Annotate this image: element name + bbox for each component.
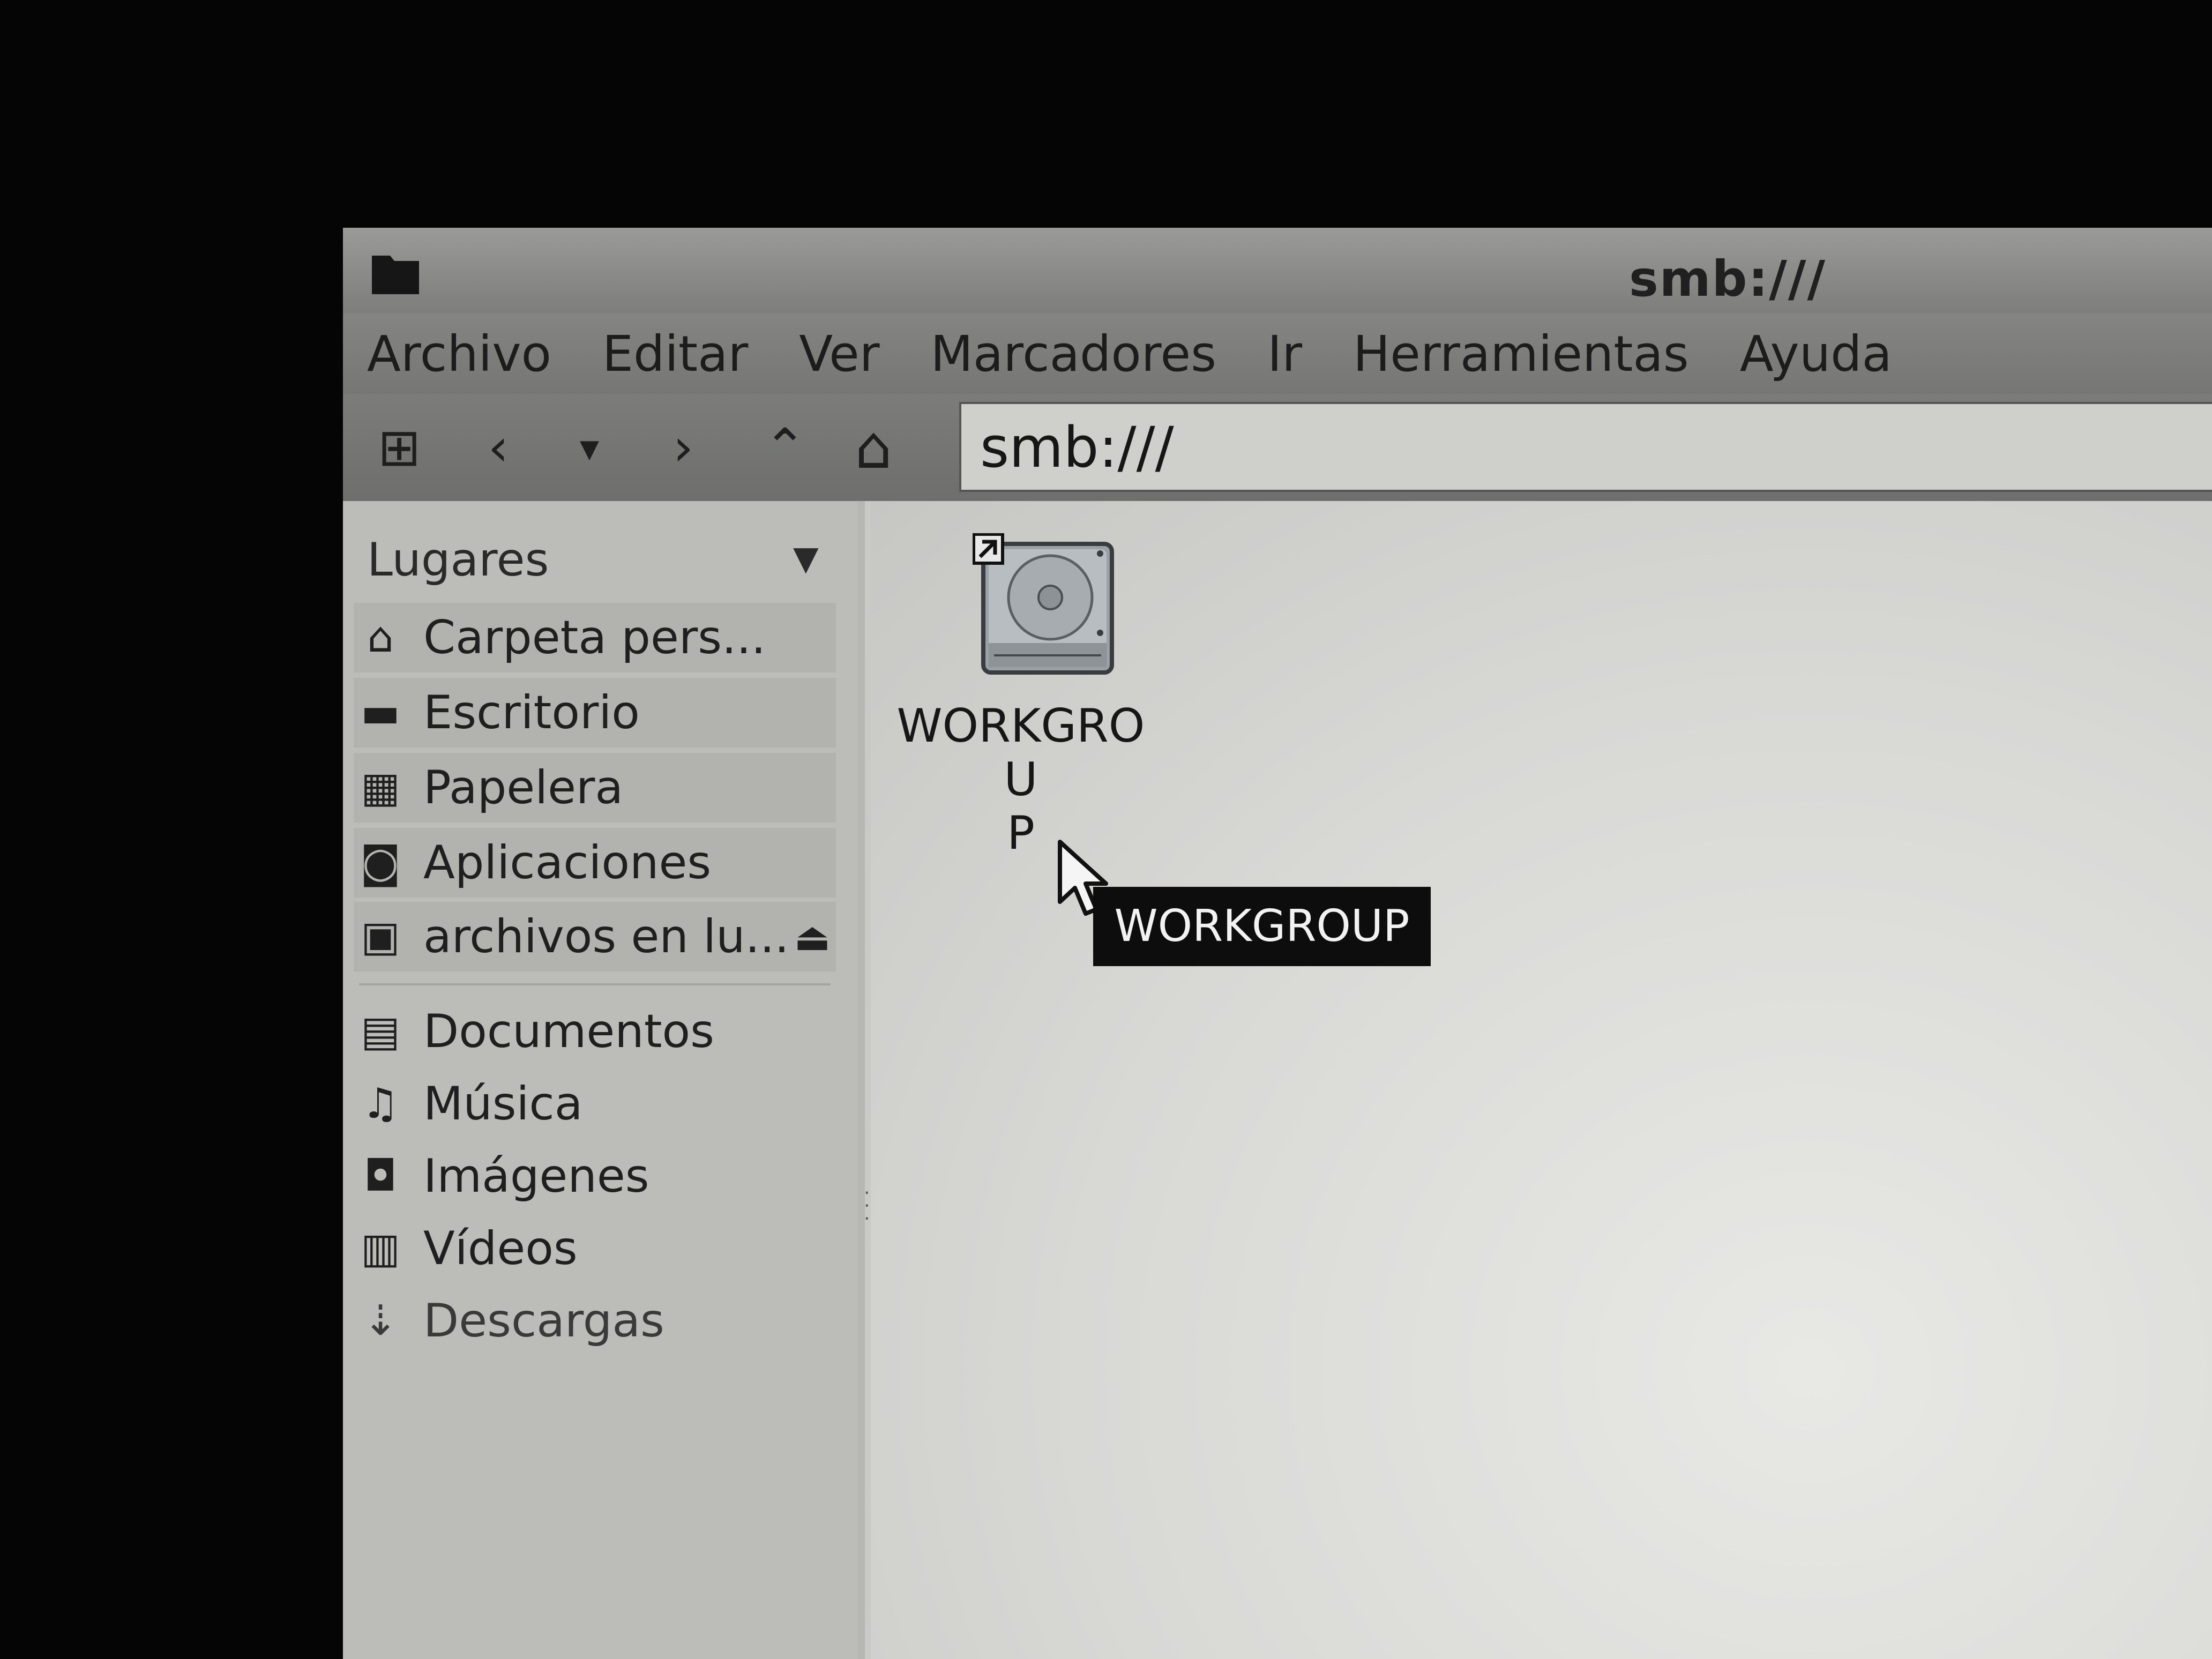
sidebar-item-label: Papelera	[423, 761, 624, 814]
eject-icon[interactable]: ⏏	[794, 914, 831, 959]
sidebar-item-imagenes[interactable]: ◘ Imágenes	[354, 1141, 836, 1211]
file-item-workgroup[interactable]: WORKGROU P	[892, 528, 1149, 860]
sidebar-item-escritorio[interactable]: ▬ Escritorio	[354, 678, 836, 748]
sidebar-item-label: Descargas	[423, 1294, 664, 1348]
home-icon[interactable]: ⌂	[839, 415, 908, 480]
menu-herramientas[interactable]: Herramientas	[1353, 325, 1689, 383]
sidebar-item-label: Aplicaciones	[423, 836, 712, 890]
trash-icon: ▦	[361, 764, 400, 812]
sidebar-item-label: Imágenes	[423, 1149, 649, 1203]
location-bar[interactable]: smb:///	[959, 402, 2212, 492]
sidebar-header: Lugares	[367, 533, 549, 587]
applications-icon: ◙	[360, 839, 401, 887]
menu-bar: Archivo Editar Ver Marcadores Ir Herrami…	[343, 313, 2212, 394]
sidebar-item-aplicaciones[interactable]: ◙ Aplicaciones	[354, 828, 836, 898]
window-title: smb:///	[1629, 250, 1827, 308]
sidebar-item-archivos-en-lu[interactable]: ▣ archivos en lu... ⏏	[354, 902, 836, 972]
sidebar-item-label: archivos en lu...	[423, 910, 789, 963]
sidebar-item-videos[interactable]: ▥ Vídeos	[354, 1214, 836, 1283]
sidebar-item-musica[interactable]: ♫ Música	[354, 1069, 836, 1139]
sidebar-item-descargas[interactable]: ⇣ Descargas	[354, 1286, 836, 1356]
sidebar-item-documentos[interactable]: ▤ Documentos	[354, 997, 836, 1066]
home-icon: ⌂	[367, 614, 394, 662]
title-bar[interactable]: smb:///	[343, 228, 2212, 313]
music-icon: ♫	[362, 1080, 399, 1128]
network-share-icon	[972, 533, 1117, 689]
videos-icon: ▥	[361, 1224, 400, 1273]
file-view[interactable]: WORKGROU P	[871, 501, 2212, 1659]
sidebar-item-label: Vídeos	[423, 1222, 578, 1275]
desktop-icon: ▬	[361, 689, 400, 737]
history-dropdown-icon[interactable]: ▾	[555, 415, 624, 480]
sidebar-item-label: Carpeta pers...	[423, 611, 766, 664]
documents-icon: ▤	[361, 1007, 400, 1056]
folder-icon	[369, 244, 422, 297]
menu-ir[interactable]: Ir	[1267, 325, 1302, 383]
sidebar-item-carpeta-personal[interactable]: ⌂ Carpeta pers...	[354, 603, 836, 672]
sidebar-item-label: Documentos	[423, 1005, 714, 1058]
sidebar: Lugares ▼ ⌂ Carpeta pers... ▬ Escritorio…	[343, 501, 857, 1659]
sidebar-dropdown-icon[interactable]: ▼	[793, 539, 819, 578]
sidebar-item-label: Escritorio	[423, 686, 640, 739]
file-label-line2: P	[1007, 806, 1035, 860]
menu-archivo[interactable]: Archivo	[367, 325, 551, 383]
network-drive-icon: ▣	[361, 913, 400, 961]
menu-ayuda[interactable]: Ayuda	[1740, 325, 1892, 383]
forward-icon[interactable]: ›	[648, 415, 718, 480]
sidebar-divider	[359, 983, 831, 985]
file-manager-window: smb:/// Archivo Editar Ver Marcadores Ir…	[343, 228, 2212, 1659]
sidebar-item-label: Música	[423, 1077, 583, 1131]
pictures-icon: ◘	[364, 1152, 397, 1200]
tooltip: WORKGROUP	[1093, 887, 1431, 966]
menu-ver[interactable]: Ver	[799, 325, 879, 383]
menu-marcadores[interactable]: Marcadores	[931, 325, 1217, 383]
file-item-label: WORKGROU P	[892, 699, 1149, 860]
splitter-grip-icon[interactable]: · · ·	[864, 1184, 870, 1230]
downloads-icon: ⇣	[363, 1297, 398, 1345]
sidebar-splitter[interactable]	[857, 501, 865, 1659]
back-icon[interactable]: ‹	[464, 415, 533, 480]
menu-editar[interactable]: Editar	[602, 325, 748, 383]
sidebar-item-papelera[interactable]: ▦ Papelera	[354, 753, 836, 823]
up-icon[interactable]: ⌃	[750, 415, 820, 480]
file-label-line1: WORKGROU	[896, 699, 1145, 806]
location-input[interactable]: smb:///	[980, 415, 1174, 480]
new-tab-icon[interactable]: ⊞	[364, 415, 434, 480]
